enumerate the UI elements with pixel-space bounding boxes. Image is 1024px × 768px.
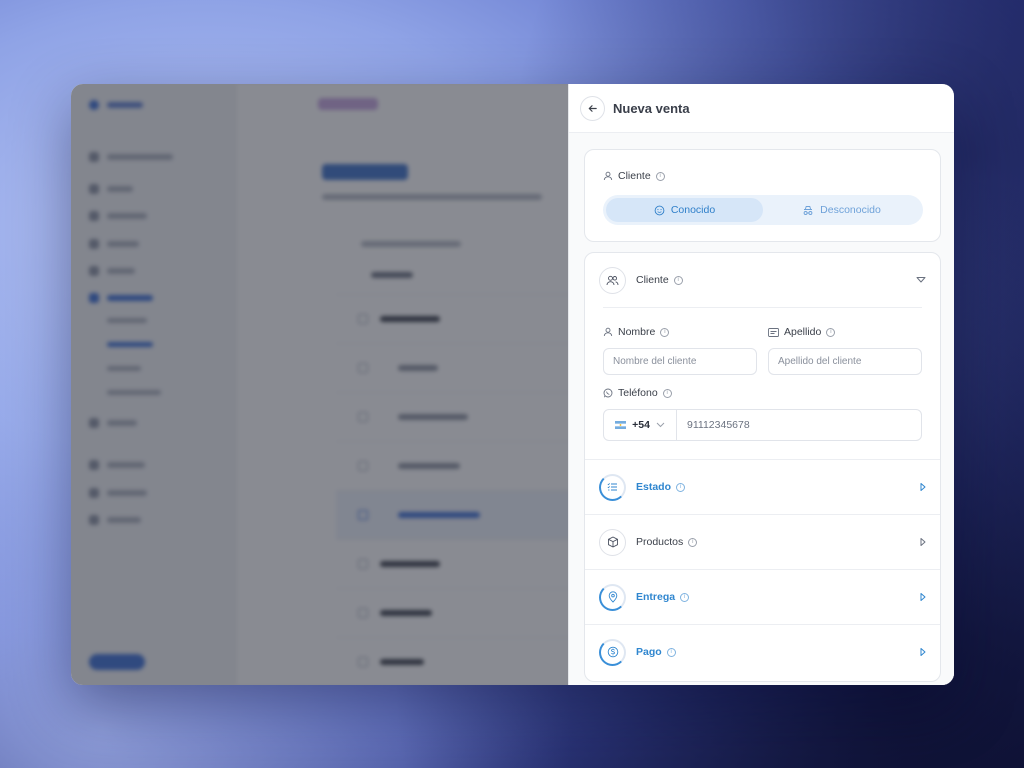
customer-type-label-text: Cliente xyxy=(618,170,651,182)
section-estado[interactable]: Estado i xyxy=(585,459,940,514)
first-name-input[interactable]: Nombre del cliente xyxy=(603,348,757,375)
customer-type-label: Cliente i xyxy=(603,170,665,182)
country-code-select[interactable]: +54 xyxy=(604,410,677,440)
info-icon[interactable]: i xyxy=(688,537,698,547)
info-icon[interactable]: i xyxy=(666,647,676,657)
entrega-title: Entrega xyxy=(636,591,676,603)
dollar-icon xyxy=(607,646,618,658)
info-icon[interactable]: i xyxy=(826,327,836,337)
user-icon xyxy=(603,171,613,181)
pago-icon-wrap xyxy=(599,638,626,666)
chevron-down-icon xyxy=(916,277,926,283)
smile-icon xyxy=(654,205,665,215)
whatsapp-icon xyxy=(603,388,613,398)
flag-icon xyxy=(615,421,627,429)
phone-input[interactable]: 91112345678 xyxy=(677,419,750,431)
new-sale-panel: Nueva venta Cliente i Conocido Desconoci… xyxy=(568,84,954,685)
info-icon[interactable]: i xyxy=(676,482,686,492)
info-icon[interactable]: i xyxy=(660,327,670,337)
panel-body: Cliente i Conocido Desconocido Cliente i… xyxy=(569,133,954,685)
info-icon[interactable]: i xyxy=(662,388,672,398)
last-name-label: Apellido i xyxy=(768,326,836,338)
productos-title: Productos xyxy=(636,536,684,548)
section-pago[interactable]: Pago i xyxy=(585,624,940,679)
estado-title: Estado xyxy=(636,481,672,493)
customer-section-header[interactable]: Cliente i xyxy=(585,253,940,307)
location-pin-icon xyxy=(608,591,617,603)
last-name-input[interactable]: Apellido del cliente xyxy=(768,348,922,375)
unknown-customer-label: Desconocido xyxy=(820,204,881,216)
panel-header: Nueva venta xyxy=(569,84,954,133)
panel-title: Nueva venta xyxy=(613,100,690,116)
customer-type-toggle: Conocido Desconocido xyxy=(603,195,923,225)
chevron-right-icon xyxy=(920,593,926,601)
last-name-label-text: Apellido xyxy=(784,326,822,338)
phone-label-text: Teléfono xyxy=(618,387,658,399)
section-productos[interactable]: Productos i xyxy=(585,514,940,569)
user-icon xyxy=(603,327,613,337)
customer-type-card: Cliente i Conocido Desconocido xyxy=(584,149,941,242)
package-icon xyxy=(607,536,618,548)
first-name-label: Nombre i xyxy=(603,326,670,338)
known-customer-label: Conocido xyxy=(670,204,716,216)
chevron-right-icon xyxy=(920,538,926,546)
phone-label: Teléfono i xyxy=(603,387,672,399)
incognito-icon xyxy=(803,205,813,215)
phone-field: +54 91112345678 xyxy=(603,409,922,441)
info-icon[interactable]: i xyxy=(655,171,665,181)
chevron-right-icon xyxy=(920,648,926,656)
app-window: Nueva venta Cliente i Conocido Desconoci… xyxy=(71,84,954,685)
country-code-value: +54 xyxy=(632,419,650,431)
productos-icon-wrap xyxy=(599,528,626,556)
sale-sections-card: Cliente i Nombre i Apellido i Nombre del… xyxy=(584,252,941,682)
users-icon xyxy=(606,275,619,285)
section-entrega[interactable]: Entrega i xyxy=(585,569,940,624)
unknown-customer-option[interactable]: Desconocido xyxy=(763,198,920,222)
chevron-down-icon xyxy=(656,422,665,428)
known-customer-option[interactable]: Conocido xyxy=(606,198,763,222)
first-name-label-text: Nombre xyxy=(618,326,656,338)
back-button[interactable] xyxy=(580,95,605,121)
chevron-right-icon xyxy=(920,483,926,491)
section-divider xyxy=(603,307,922,308)
id-card-icon xyxy=(768,327,779,337)
customer-section-icon-wrap xyxy=(599,266,626,294)
pago-title: Pago xyxy=(636,646,662,658)
customer-section-title: Cliente xyxy=(636,274,669,286)
info-icon[interactable]: i xyxy=(680,592,690,602)
estado-icon-wrap xyxy=(599,473,626,501)
arrow-left-icon xyxy=(588,104,597,112)
info-icon[interactable]: i xyxy=(673,275,683,285)
entrega-icon-wrap xyxy=(599,583,626,611)
list-check-icon xyxy=(607,483,617,491)
